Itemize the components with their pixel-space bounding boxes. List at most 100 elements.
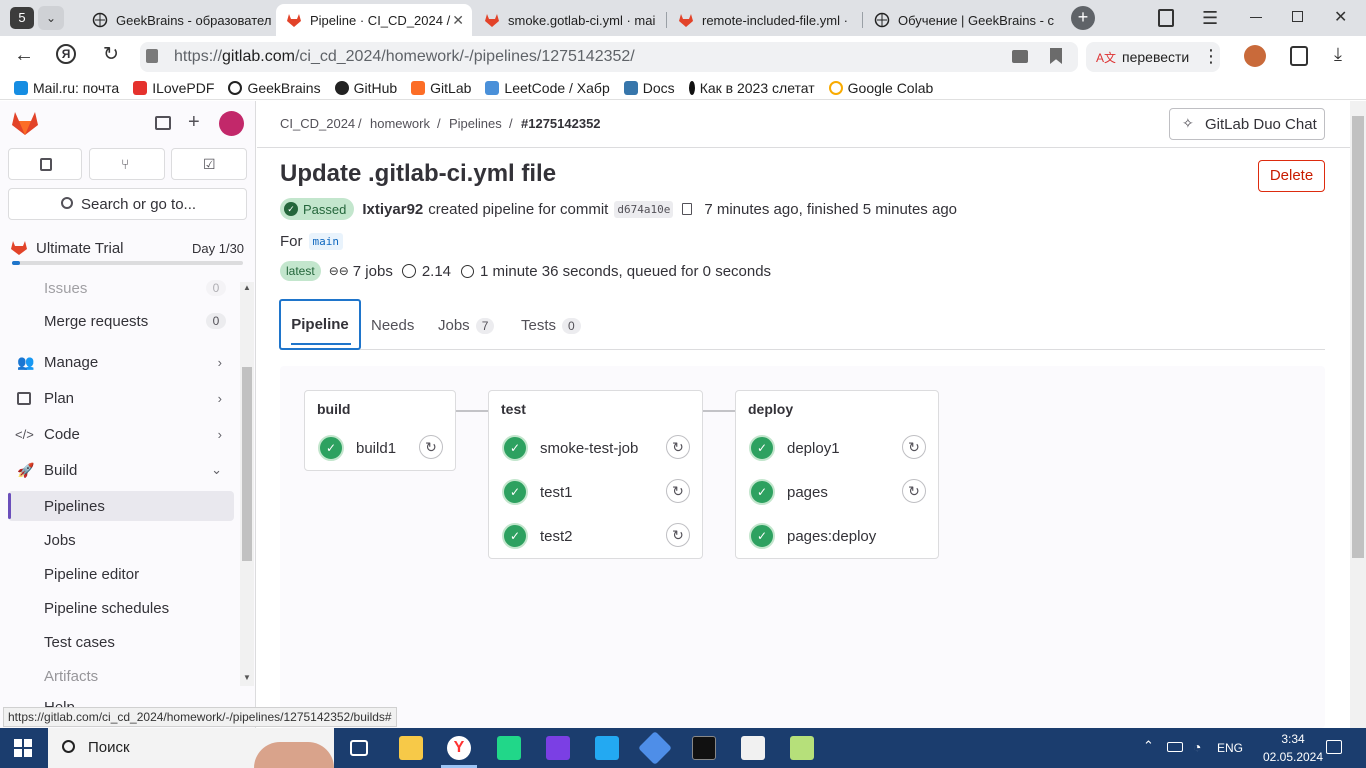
avatar[interactable] <box>219 111 244 136</box>
extensions-icon[interactable] <box>1290 46 1308 66</box>
issues-shortcut-button[interactable] <box>8 148 82 180</box>
browser-tab-obuchenie[interactable]: Обучение | GeekBrains - с <box>864 4 1058 36</box>
bookmark-kak-v-2023[interactable]: Как в 2023 слетат <box>688 80 815 96</box>
todo-shortcut-button[interactable]: ☑ <box>171 148 247 180</box>
new-tab-icon[interactable]: + <box>1071 6 1095 30</box>
taskbar-search[interactable]: Поиск <box>48 728 334 768</box>
close-icon[interactable]: ✕ <box>452 12 464 29</box>
bookmark-colab[interactable]: Google Colab <box>828 80 933 96</box>
back-icon[interactable]: ← <box>14 44 34 67</box>
sidebar-item-pipeline-editor[interactable]: Pipeline editor <box>8 559 234 589</box>
sidebar-item-artifacts[interactable]: Artifacts <box>8 661 234 687</box>
status-badge[interactable]: ✓ Passed <box>280 198 355 220</box>
bookmark-ilovepdf[interactable]: ILovePDF <box>133 80 214 96</box>
retry-icon[interactable]: ↻ <box>902 479 926 503</box>
search-input[interactable]: Search or go to... <box>8 188 247 220</box>
sidebar-item-build[interactable]: 🚀 Build ⌄ <box>8 455 234 485</box>
browser-tab-smoke[interactable]: smoke.gotlab-ci.yml · mai <box>474 4 664 36</box>
lock-icon[interactable] <box>146 49 158 63</box>
sidebar-item-jobs[interactable]: Jobs <box>8 525 234 555</box>
clock-time[interactable]: 3:34 <box>1268 732 1318 746</box>
page-scroll-thumb[interactable] <box>1352 116 1364 558</box>
windows-start-icon[interactable] <box>14 739 32 757</box>
browser-tab-pipeline[interactable]: Pipeline · CI_CD_2024 / ✕ <box>276 4 472 36</box>
bookmark-github[interactable]: GitHub <box>334 80 397 96</box>
sidebar-toggle-icon[interactable] <box>155 116 171 130</box>
merge-requests-shortcut-button[interactable]: ⑂ <box>89 148 165 180</box>
job-pages-deploy[interactable]: ✓ pages:deploy <box>749 523 876 549</box>
tab-list-chevron-icon[interactable]: ⌄ <box>38 6 64 30</box>
breadcrumb-item[interactable]: #1275142352 <box>521 116 601 131</box>
breadcrumb-item[interactable]: homework <box>370 116 430 131</box>
duo-chat-button[interactable]: ✧ GitLab Duo Chat <box>1169 108 1325 140</box>
reader-icon[interactable] <box>1012 50 1028 63</box>
vscode-icon[interactable] <box>595 736 619 760</box>
tray-chevron-icon[interactable]: ⌃ <box>1143 738 1154 754</box>
tab-jobs[interactable]: Jobs 7 <box>438 317 495 334</box>
retry-icon[interactable]: ↻ <box>419 435 443 459</box>
breadcrumb-item[interactable]: CI_CD_2024 <box>280 116 355 131</box>
collections-icon[interactable] <box>1158 9 1174 27</box>
retry-icon[interactable]: ↻ <box>666 523 690 547</box>
tab-pipeline[interactable]: Pipeline <box>279 299 361 350</box>
notepad-icon[interactable] <box>790 736 814 760</box>
language-indicator[interactable]: ENG <box>1217 741 1243 755</box>
branch-link[interactable]: main <box>308 233 343 250</box>
sidebar-item-pipeline-schedules[interactable]: Pipeline schedules <box>8 593 234 623</box>
retry-icon[interactable]: ↻ <box>666 479 690 503</box>
job-test2[interactable]: ✓ test2 <box>502 523 573 549</box>
tab-count-badge[interactable]: 5 <box>10 7 34 29</box>
network-icon[interactable]: ◔ <box>1193 739 1201 755</box>
pycharm-icon[interactable] <box>497 736 521 760</box>
browser-tab-geekbrains[interactable]: GeekBrains - образовател <box>82 4 272 36</box>
file-explorer-icon[interactable] <box>399 736 423 760</box>
sidebar-item-issues[interactable]: Issues 0 <box>8 277 234 303</box>
yandex-browser-icon[interactable]: Y <box>447 736 471 760</box>
sidebar-item-test-cases[interactable]: Test cases <box>8 627 234 657</box>
scroll-up-icon[interactable]: ▲ <box>243 283 251 292</box>
minimize-icon[interactable] <box>1250 17 1262 18</box>
more-vertical-icon[interactable]: ⋮ <box>1202 46 1220 67</box>
maximize-icon[interactable] <box>1292 11 1303 22</box>
translate-button[interactable]: A文 перевести <box>1086 42 1220 72</box>
retry-icon[interactable]: ↻ <box>666 435 690 459</box>
breadcrumb-item[interactable]: Pipelines <box>449 116 502 131</box>
job-build1[interactable]: ✓ build1 <box>318 435 396 461</box>
job-pages[interactable]: ✓ pages <box>749 479 828 505</box>
menu-icon[interactable]: ☰ <box>1202 8 1218 29</box>
notifications-icon[interactable] <box>1326 740 1342 754</box>
sidebar-item-merge-requests[interactable]: Merge requests 0 <box>8 306 234 336</box>
extension-avatar-icon[interactable] <box>1244 45 1266 67</box>
job-deploy1[interactable]: ✓ deploy1 <box>749 435 840 461</box>
bookmark-geekbrains[interactable]: GeekBrains <box>228 80 321 96</box>
plus-icon[interactable]: + <box>188 111 200 134</box>
close-window-icon[interactable]: ✕ <box>1334 7 1347 27</box>
bookmark-gitlab[interactable]: GitLab <box>411 80 471 96</box>
sidebar-item-plan[interactable]: Plan › <box>8 383 234 413</box>
reload-icon[interactable]: ↻ <box>103 43 119 66</box>
scroll-down-icon[interactable]: ▼ <box>243 673 251 682</box>
tab-needs[interactable]: Needs <box>371 317 414 334</box>
sidebar-item-manage[interactable]: 👥 Manage › <box>8 347 234 377</box>
job-smoke-test-job[interactable]: ✓ smoke-test-job <box>502 435 638 461</box>
delete-button[interactable]: Delete <box>1258 160 1325 192</box>
bookmark-leetcode[interactable]: LeetCode / Хабр <box>485 80 610 96</box>
trial-widget[interactable]: Ultimate Trial Day 1/30 <box>0 236 256 271</box>
intellij-icon[interactable] <box>546 736 570 760</box>
sidebar-item-code[interactable]: </> Code › <box>8 419 234 449</box>
sidebar-item-pipelines[interactable]: Pipelines <box>8 491 234 521</box>
store-icon[interactable] <box>741 736 765 760</box>
yandex-icon[interactable]: Я <box>56 44 76 64</box>
task-view-icon[interactable] <box>350 740 368 756</box>
retry-icon[interactable]: ↻ <box>902 435 926 459</box>
sidebar-scroll-thumb[interactable] <box>242 367 252 561</box>
browser-tab-remote[interactable]: remote-included-file.yml · <box>668 4 858 36</box>
job-test1[interactable]: ✓ test1 <box>502 479 573 505</box>
download-icon[interactable]: ⤓ <box>1334 44 1342 65</box>
tab-tests[interactable]: Tests 0 <box>521 317 581 334</box>
clock-date[interactable]: 02.05.2024 <box>1258 750 1328 764</box>
bookmark-docs[interactable]: Docs <box>623 80 675 96</box>
user-link[interactable]: Ixtiyar92 <box>362 201 423 218</box>
terminal-icon[interactable] <box>692 736 716 760</box>
battery-icon[interactable] <box>1167 742 1183 752</box>
